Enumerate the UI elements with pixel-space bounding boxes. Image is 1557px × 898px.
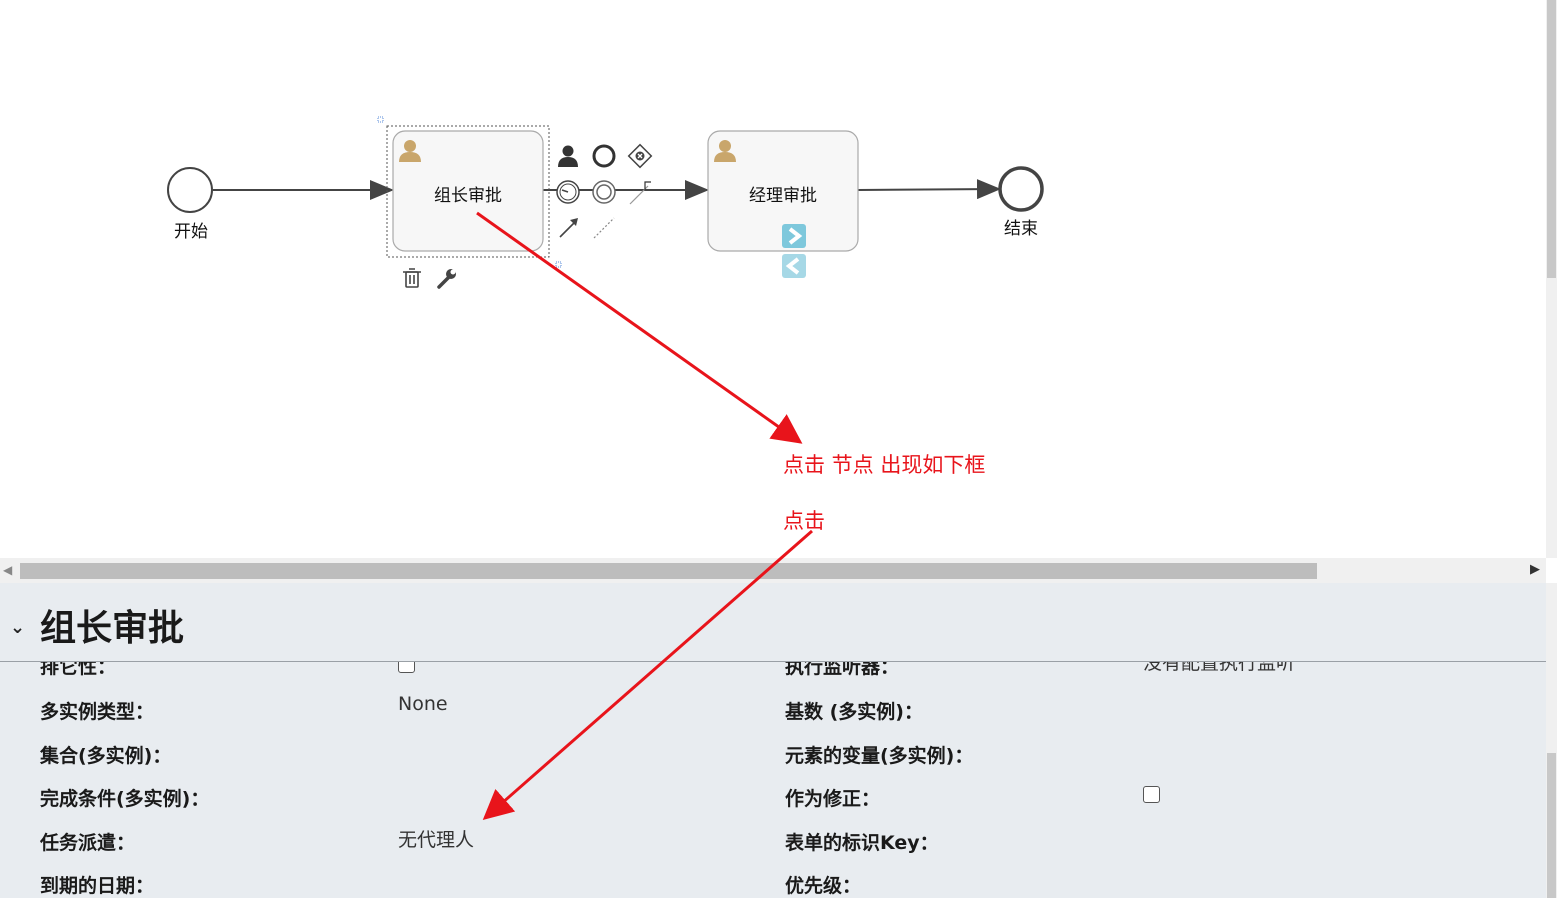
property-label: 任务派遣： [40,832,136,854]
timer-event-tool-icon[interactable] [556,180,580,204]
property-label: 元素的变量(多实例)： [785,745,974,767]
panel-vertical-scrollbar[interactable] [1546,583,1557,898]
compensation-checkbox[interactable] [1143,786,1160,803]
intermediate-event-tool-icon[interactable] [592,180,616,204]
start-event[interactable] [167,167,213,213]
scrollbar-thumb[interactable] [1547,0,1556,278]
property-label: 表单的标识Key： [785,832,939,854]
properties-header[interactable]: ⌄ 组长审批 [0,583,1546,662]
property-label: 多实例类型： [40,701,155,723]
prev-arrow-icon[interactable] [782,254,806,278]
annotation-note-1: 点击 节点 出现如下框 [783,453,986,477]
annotation-tool-icon[interactable] [629,181,651,205]
end-event-tool-icon[interactable] [592,144,616,168]
gateway-tool-icon[interactable] [627,143,653,169]
connect-tool-icon[interactable] [559,218,578,238]
resize-handle[interactable] [377,116,384,123]
properties-title: 组长审批 [40,608,185,649]
canvas-vertical-scrollbar[interactable] [1546,0,1557,558]
flow-task2-end[interactable] [857,179,1001,200]
scroll-left-icon[interactable]: ◀ [3,563,12,577]
end-event[interactable] [998,166,1044,212]
task-node-2-label: 经理审批 [749,186,817,206]
property-label: 集合(多实例)： [40,745,172,767]
user-task-tool-icon[interactable] [558,145,578,168]
delete-icon[interactable] [403,268,421,288]
annotation-note-2: 点击 [783,509,825,533]
property-label: 基数 (多实例)： [785,701,923,723]
property-value[interactable]: None [398,693,448,715]
property-label: 到期的日期： [40,875,155,897]
scrollbar-thumb[interactable] [1547,753,1556,898]
property-label: 优先级： [785,875,862,897]
canvas-horizontal-scrollbar[interactable]: ◀ ▶ [0,558,1546,583]
next-arrow-icon[interactable] [782,224,806,248]
scrollbar-thumb[interactable] [20,563,1317,579]
property-label: 完成条件(多实例)： [40,788,210,810]
task-node-1-label: 组长审批 [434,186,502,206]
end-event-label: 结束 [1004,219,1038,239]
chevron-down-icon[interactable]: ⌄ [10,617,25,638]
start-event-label: 开始 [174,222,208,242]
diagram-canvas[interactable]: 开始 结束 组长审批 经理审批 点击 节点 出现如下框 点击 [0,0,1546,558]
resize-handle[interactable] [555,261,562,268]
scroll-right-icon[interactable]: ▶ [1530,562,1540,577]
property-label: 作为修正： [785,788,881,810]
wrench-icon[interactable] [437,269,456,289]
association-tool-icon[interactable] [593,217,615,239]
property-value[interactable]: 无代理人 [398,825,474,852]
properties-panel: ⌄ 组长审批 排它性： 执行监听器： 没有配置执行监听 多实例类型： None … [0,583,1546,898]
